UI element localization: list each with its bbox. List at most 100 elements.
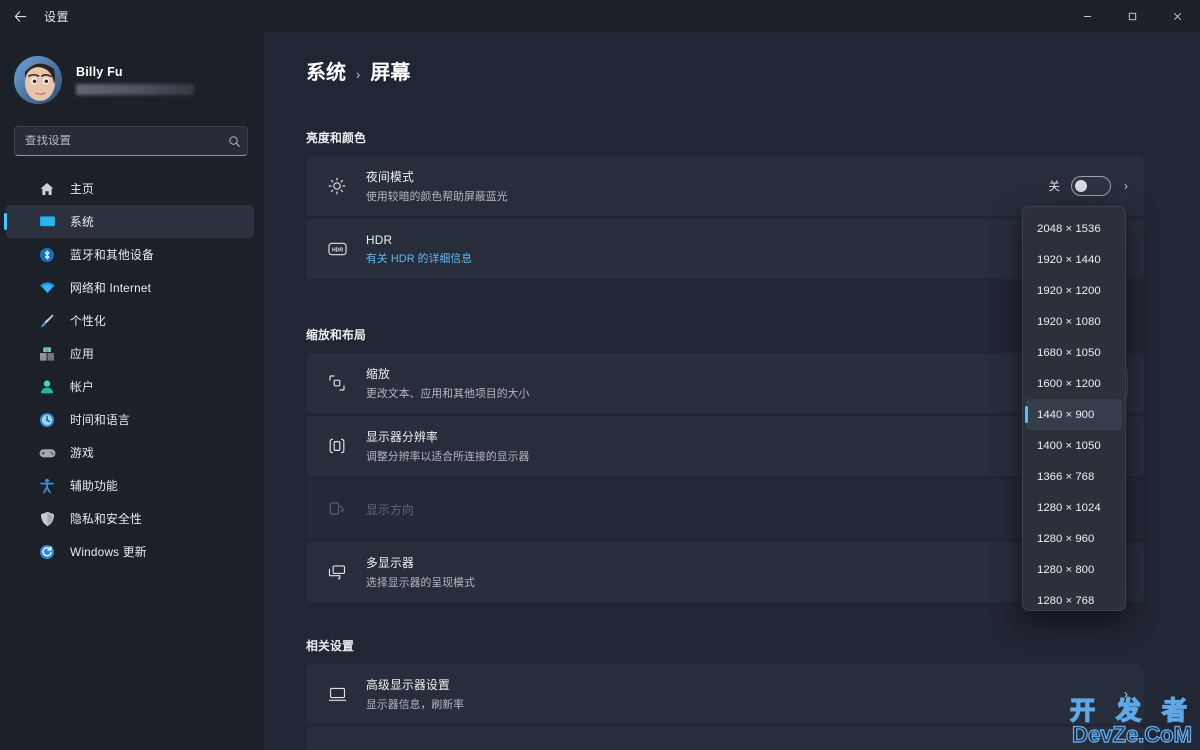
row-title: 夜间模式 (366, 170, 414, 184)
row-subtitle: 更改文本、应用和其他项目的大小 (366, 388, 530, 400)
breadcrumb-parent[interactable]: 系统 (306, 56, 346, 85)
toggle-knob (1075, 180, 1087, 192)
sidebar-item-label: 应用 (70, 347, 94, 361)
account-icon (36, 378, 58, 396)
profile-email-masked (76, 84, 194, 95)
sidebar-item-label: 系统 (70, 215, 94, 229)
sidebar-item-windows-update[interactable]: Windows 更新 (6, 535, 254, 568)
minimize-button[interactable] (1065, 0, 1110, 32)
row-advanced-display[interactable]: 高级显示器设置 显示器信息，刷新率 › (306, 664, 1144, 724)
scale-icon (324, 374, 350, 392)
dropdown-option[interactable]: 2048 × 1536 (1026, 213, 1122, 244)
row-subtitle: 使用较暗的颜色帮助屏蔽蓝光 (366, 191, 508, 203)
sidebar-item-bluetooth[interactable]: 蓝牙和其他设备 (6, 238, 254, 271)
hdr-info-link[interactable]: 有关 HDR 的详细信息 (366, 250, 1128, 266)
sidebar-item-network[interactable]: 网络和 Internet (6, 271, 254, 304)
arrow-left-icon (14, 10, 26, 22)
row-text: 多显示器 选择显示器的呈现模式 (366, 554, 1128, 590)
back-button[interactable] (0, 0, 40, 32)
apps-icon (36, 345, 58, 363)
sidebar-item-privacy-security[interactable]: 隐私和安全性 (6, 502, 254, 535)
sidebar-item-system[interactable]: 系统 (4, 205, 254, 238)
dropdown-option[interactable]: 1280 × 768 (1026, 585, 1122, 610)
search-icon (221, 135, 247, 148)
gamepad-icon (36, 444, 58, 462)
minimize-icon (1083, 15, 1092, 17)
row-multi-display[interactable]: 多显示器 选择显示器的呈现模式 (306, 542, 1144, 602)
maximize-button[interactable] (1110, 0, 1155, 32)
dropdown-option[interactable]: 1280 × 960 (1026, 523, 1122, 554)
row-scale[interactable]: 缩放 更改文本、应用和其他项目的大小 100 (306, 353, 1144, 413)
dropdown-option[interactable]: 1600 × 1200 (1026, 368, 1122, 399)
resolution-icon (324, 437, 350, 455)
sidebar-item-label: 蓝牙和其他设备 (70, 248, 154, 262)
chevron-right-icon[interactable]: › (1124, 687, 1128, 701)
sidebar-item-gaming[interactable]: 游戏 (6, 436, 254, 469)
sidebar-item-label: 主页 (70, 182, 94, 196)
accessibility-icon (36, 477, 58, 495)
card-group-brightness-color: 夜间模式 使用较暗的颜色帮助屏蔽蓝光 关 › HDR HDR 有关 HDR 的详… (306, 156, 1144, 282)
row-control: › (1111, 687, 1128, 701)
sidebar-item-label: 游戏 (70, 446, 94, 460)
breadcrumb: 系统 › 屏幕 (264, 32, 1200, 85)
row-text: 夜间模式 使用较暗的颜色帮助屏蔽蓝光 (366, 168, 1037, 204)
search-input[interactable] (15, 135, 221, 147)
monitor-icon (36, 213, 58, 231)
sidebar-item-accounts[interactable]: 帐户 (6, 370, 254, 403)
dropdown-option[interactable]: 1280 × 1024 (1026, 492, 1122, 523)
dropdown-option[interactable]: 1400 × 1050 (1026, 430, 1122, 461)
wifi-icon (36, 279, 58, 297)
profile-text: Billy Fu (76, 65, 194, 95)
window-title: 设置 (44, 9, 70, 24)
night-light-toggle[interactable] (1071, 176, 1111, 196)
sidebar-item-home[interactable]: 主页 (6, 172, 254, 205)
display-icon (324, 686, 350, 703)
dropdown-option[interactable]: 1280 × 800 (1026, 554, 1122, 585)
close-button[interactable] (1155, 0, 1200, 32)
row-text: 显示方向 (366, 501, 1128, 518)
row-hdr[interactable]: HDR HDR 有关 HDR 的详细信息 (306, 219, 1144, 279)
title-bar: 设置 (0, 0, 1200, 32)
close-icon (1173, 12, 1182, 20)
row-graphics[interactable]: 显示卡 (306, 727, 1144, 750)
row-display-resolution[interactable]: 显示器分辨率 调整分辨率以适合所连接的显示器 (306, 416, 1144, 476)
section-heading-related-settings: 相关设置 (306, 639, 354, 653)
home-icon (36, 180, 58, 198)
search-box[interactable] (14, 126, 248, 156)
row-text: 缩放 更改文本、应用和其他项目的大小 (366, 365, 1054, 401)
maximize-icon (1128, 12, 1137, 20)
multi-display-icon (324, 564, 350, 581)
dropdown-option-selected[interactable]: 1440 × 900 (1025, 399, 1122, 430)
page-title: 屏幕 (370, 62, 411, 84)
sidebar-item-label: 网络和 Internet (70, 281, 152, 295)
clock-icon (36, 411, 58, 429)
sidebar-item-time-language[interactable]: 时间和语言 (6, 403, 254, 436)
sidebar-item-label: 帐户 (70, 380, 94, 394)
sidebar-item-apps[interactable]: 应用 (6, 337, 254, 370)
sidebar-item-label: 辅助功能 (70, 479, 118, 493)
chevron-right-icon[interactable]: › (1124, 179, 1128, 193)
dropdown-option[interactable]: 1920 × 1440 (1026, 244, 1122, 275)
dropdown-option[interactable]: 1680 × 1050 (1026, 337, 1122, 368)
dropdown-option[interactable]: 1920 × 1080 (1026, 306, 1122, 337)
orientation-icon (324, 500, 350, 518)
bluetooth-icon (36, 246, 58, 264)
row-title: 显示方向 (366, 502, 414, 517)
profile-name: Billy Fu (76, 65, 123, 79)
sidebar-item-personalization[interactable]: 个性化 (6, 304, 254, 337)
row-subtitle: 调整分辨率以适合所连接的显示器 (366, 451, 530, 463)
user-profile[interactable]: Billy Fu (0, 32, 264, 112)
resolution-dropdown[interactable]: 2048 × 1536 1920 × 1440 1920 × 1200 1920… (1022, 206, 1126, 611)
night-light-state-label: 关 (1048, 181, 1061, 193)
avatar (14, 56, 62, 104)
breadcrumb-separator: › (356, 67, 361, 82)
dropdown-option[interactable]: 1920 × 1200 (1026, 275, 1122, 306)
dropdown-option[interactable]: 1366 × 768 (1026, 461, 1122, 492)
sidebar-item-label: Windows 更新 (70, 545, 147, 559)
row-title: 高级显示器设置 (366, 678, 450, 692)
row-night-light[interactable]: 夜间模式 使用较暗的颜色帮助屏蔽蓝光 关 › (306, 156, 1144, 216)
row-text: 显示器分辨率 调整分辨率以适合所连接的显示器 (366, 428, 1128, 464)
sidebar-item-accessibility[interactable]: 辅助功能 (6, 469, 254, 502)
sidebar-item-label: 个性化 (70, 314, 106, 328)
update-icon (36, 543, 58, 561)
